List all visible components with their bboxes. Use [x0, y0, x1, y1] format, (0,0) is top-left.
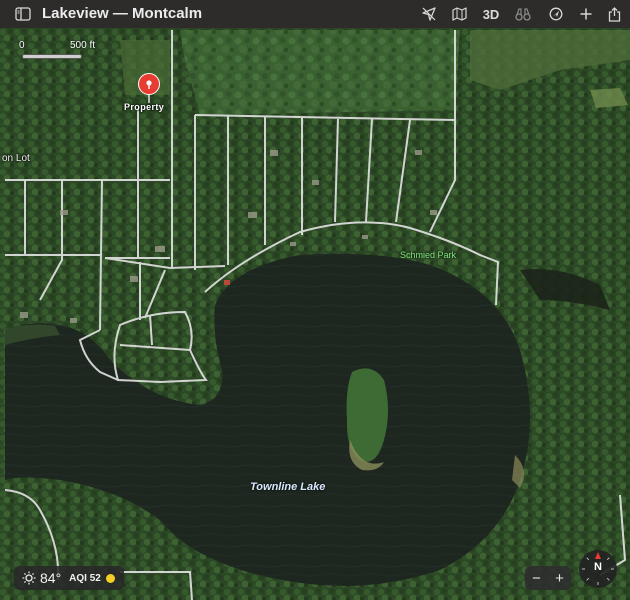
- compass[interactable]: N: [579, 550, 617, 588]
- pin-label: Property: [124, 102, 165, 112]
- location-arrow-icon[interactable]: [418, 4, 440, 24]
- title-bar: Lakeview — Montcalm 3D: [0, 0, 630, 29]
- zoom-in-button[interactable]: +: [555, 570, 564, 587]
- scale-bar: 0 500 ft: [16, 38, 116, 68]
- sidebar-icon[interactable]: [12, 4, 34, 24]
- place-label: on Lot: [2, 153, 30, 164]
- plus-icon[interactable]: [575, 4, 597, 24]
- park-label[interactable]: Schmied Park: [400, 250, 456, 260]
- temperature: 84°: [40, 570, 62, 586]
- scale-line: [22, 54, 82, 59]
- zoom-out-button[interactable]: −: [532, 570, 541, 587]
- compass-north-label: N: [594, 561, 602, 573]
- binoculars-icon[interactable]: [512, 4, 534, 24]
- map-icon[interactable]: [448, 4, 470, 24]
- property-pin[interactable]: [136, 72, 162, 104]
- three-d-button[interactable]: 3D: [478, 4, 504, 24]
- zoom-controls: − +: [525, 566, 571, 590]
- aqi-indicator: [105, 573, 115, 583]
- share-icon[interactable]: [603, 4, 625, 24]
- window-title: Lakeview — Montcalm: [42, 5, 203, 22]
- scale-start-label: 0: [19, 40, 25, 51]
- scale-end-label: 500 ft: [70, 40, 96, 51]
- sun-icon: [22, 571, 36, 585]
- map-view[interactable]: 0 500 ft Property on Lot Schmied Park To…: [0, 28, 630, 600]
- lake-label[interactable]: Townline Lake: [250, 481, 325, 493]
- tracking-icon[interactable]: [545, 4, 567, 24]
- aqi-label: AQI 52: [69, 572, 101, 584]
- weather-widget[interactable]: 84° AQI 52: [14, 566, 124, 590]
